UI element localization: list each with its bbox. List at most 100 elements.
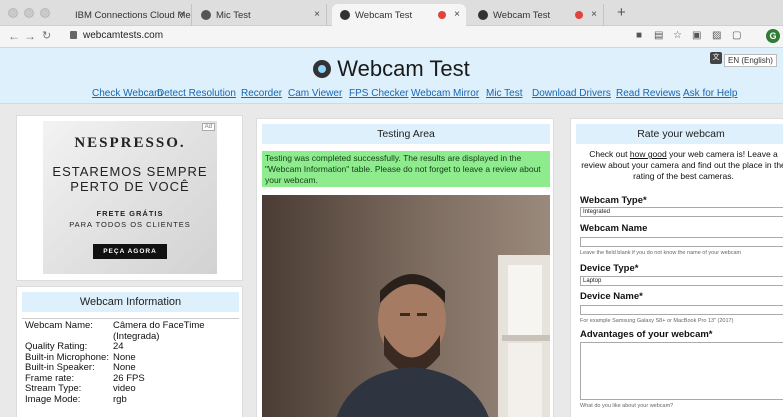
minimize-window-button[interactable] — [24, 8, 34, 18]
nav-mic-test[interactable]: Mic Test — [486, 88, 523, 99]
nav-ask-for-help[interactable]: Ask for Help — [683, 88, 737, 99]
close-tab-icon[interactable]: × — [591, 9, 597, 20]
rate-webcam-panel: Rate your webcam Check out how good your… — [570, 118, 783, 417]
webcam-logo-icon — [313, 60, 332, 78]
nav-webcam-mirror[interactable]: Webcam Mirror — [411, 88, 479, 99]
info-value: None — [113, 362, 136, 373]
ad-headline-2: PERTO DE VOCÊ — [70, 179, 190, 194]
forward-arrow-icon[interactable]: → — [24, 29, 36, 43]
url-text: webcamtests.com — [83, 30, 164, 41]
device-name-hint: For example Samsung Galaxy S8+ or MacBoo… — [580, 318, 734, 324]
info-key: Quality Rating: — [25, 341, 88, 352]
table-row: Built-in Speaker: None — [25, 362, 223, 374]
webcam-video-feed[interactable] — [262, 195, 550, 417]
recording-indicator-icon — [438, 11, 446, 19]
close-tab-icon[interactable]: × — [179, 9, 185, 20]
info-value: 24 — [113, 341, 124, 352]
ad-badge[interactable]: Ad — [201, 123, 215, 131]
translate-icon[interactable]: ▤ — [654, 30, 663, 41]
webcam-name-hint: Leave the field blank if you do not know… — [580, 250, 742, 256]
ad-panel: Ad NESPRESSO. ESTAREMOS SEMPRE PERTO DE … — [16, 115, 243, 281]
info-key: Webcam Name: — [25, 320, 93, 331]
webcam-type-label: Webcam Type* — [580, 195, 647, 206]
info-key: Image Mode: — [25, 393, 81, 405]
advantages-hint: What do you like about your webcam? — [580, 403, 674, 409]
webcam-frame-image — [262, 195, 550, 417]
ad-subline-2: PARA TODOS OS CLIENTES — [69, 220, 191, 229]
back-arrow-icon[interactable]: ← — [8, 29, 20, 43]
tab-label: Webcam Test — [355, 9, 413, 21]
table-row: Image Mode: rgb — [25, 393, 223, 406]
language-selector[interactable]: EN (English) — [724, 54, 777, 67]
maximize-window-button[interactable] — [40, 8, 50, 18]
info-key: Built-in Speaker: — [25, 362, 95, 373]
reload-icon[interactable]: ↻ — [42, 29, 51, 42]
ad-brand-logo: NESPRESSO. — [74, 135, 186, 151]
advantages-textarea[interactable] — [580, 342, 783, 400]
lock-icon — [70, 31, 77, 39]
new-tab-button[interactable]: + — [617, 4, 626, 21]
table-row: Stream Type: video — [25, 383, 223, 395]
intro-text: Check out — [589, 149, 630, 159]
nav-fps-checker[interactable]: FPS Checker — [349, 88, 408, 99]
close-tab-icon[interactable]: × — [314, 9, 320, 20]
extension-icon[interactable]: ▨ — [712, 30, 721, 41]
webcam-favicon-icon — [340, 10, 350, 20]
tab-ibm-connections[interactable]: IBM Connections Cloud Meetin × — [62, 4, 192, 26]
device-type-select[interactable]: Laptop — [580, 276, 783, 286]
webcam-name-field[interactable] — [580, 237, 783, 247]
close-window-button[interactable] — [8, 8, 18, 18]
tab-webcam-test-active[interactable]: Webcam Test × — [332, 4, 466, 26]
tab-label: IBM Connections Cloud Meetin — [75, 9, 191, 21]
table-row: Webcam Name: Câmera do FaceTime (Integrad… — [25, 320, 223, 342]
device-name-field[interactable] — [580, 305, 783, 315]
tab-webcam-test-2[interactable]: Webcam Test × — [470, 4, 604, 26]
device-name-label: Device Name* — [580, 291, 643, 302]
tab-label: Webcam Test — [493, 9, 551, 21]
webcam-favicon-icon — [478, 10, 488, 20]
webcam-info-table: Webcam Name: Câmera do FaceTime (Integrad… — [25, 320, 223, 406]
nav-detect-resolution[interactable]: Detect Resolution — [157, 88, 236, 99]
webcam-type-select[interactable]: Integrated — [580, 207, 783, 217]
webcam-name-label: Webcam Name — [580, 223, 648, 234]
camera-permission-icon[interactable]: ■ — [636, 30, 642, 41]
ad-headline-1: ESTAREMOS SEMPRE — [52, 164, 208, 179]
site-nav: Check Webcam Detect Resolution Recorder … — [0, 88, 783, 102]
browser-tab-bar: IBM Connections Cloud Meetin × Mic Test … — [0, 0, 783, 26]
profile-avatar[interactable]: G — [766, 29, 780, 43]
mic-favicon-icon — [201, 10, 211, 20]
nav-download-drivers[interactable]: Download Drivers — [532, 88, 611, 99]
extension-icon[interactable]: ▣ — [692, 30, 701, 41]
extension-icon[interactable]: ▢ — [732, 30, 741, 41]
url-field[interactable]: webcamtests.com — [70, 30, 163, 41]
webcam-info-title: Webcam Information — [22, 292, 239, 312]
webcam-info-panel: Webcam Information Webcam Name: Câmera do… — [16, 286, 243, 417]
tab-label: Mic Test — [216, 9, 251, 21]
testing-area-panel: Testing Area Testing was completed succe… — [256, 118, 554, 417]
info-key: Stream Type: — [25, 383, 82, 394]
language-flag-icon[interactable]: 文 — [710, 52, 722, 64]
testing-area-title: Testing Area — [262, 124, 550, 144]
table-row: Quality Rating: 24 — [25, 341, 223, 353]
nespresso-ad[interactable]: Ad NESPRESSO. ESTAREMOS SEMPRE PERTO DE … — [43, 121, 217, 274]
info-value: Câmera do FaceTime (Integrada) — [113, 320, 205, 342]
bookmark-star-icon[interactable]: ☆ — [673, 30, 682, 41]
divider — [22, 318, 239, 319]
window-controls — [8, 8, 50, 18]
nav-recorder[interactable]: Recorder — [241, 88, 282, 99]
tab-mic-test[interactable]: Mic Test × — [193, 4, 327, 26]
recording-indicator-icon — [575, 11, 583, 19]
close-tab-icon[interactable]: × — [454, 9, 460, 20]
nav-read-reviews[interactable]: Read Reviews — [616, 88, 680, 99]
site-title[interactable]: Webcam Test — [0, 56, 783, 82]
rate-webcam-title: Rate your webcam — [576, 124, 783, 144]
how-good-link[interactable]: how good — [630, 149, 667, 159]
nav-check-webcam[interactable]: Check Webcam — [92, 88, 162, 99]
rate-intro-text: Check out how good your web camera is! L… — [576, 149, 783, 182]
ad-subline-1: FRETE GRÁTIS — [96, 209, 164, 218]
advantages-label: Advantages of your webcam* — [580, 329, 713, 340]
nav-cam-viewer[interactable]: Cam Viewer — [288, 88, 342, 99]
ad-cta-button[interactable]: PEÇA AGORA — [93, 244, 167, 259]
device-type-label: Device Type* — [580, 263, 639, 274]
site-title-text: Webcam Test — [337, 56, 470, 81]
